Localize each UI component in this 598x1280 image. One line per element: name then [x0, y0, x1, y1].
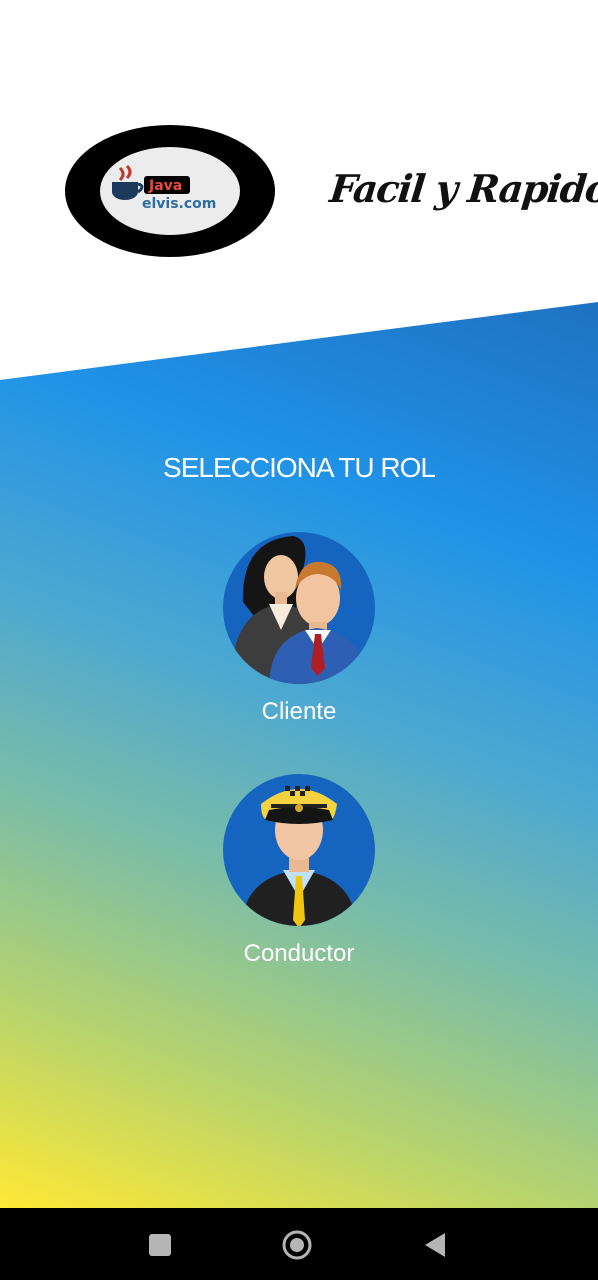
role-option-conductor[interactable]: Conductor [0, 774, 598, 968]
driver-avatar-icon [223, 774, 375, 926]
role-label-conductor: Conductor [243, 940, 355, 967]
role-option-cliente[interactable]: Cliente [0, 532, 598, 726]
triangle-back-icon[interactable] [420, 1230, 450, 1260]
svg-text:Java: Java [148, 178, 182, 194]
page-title: SELECCIONA TU ROL [163, 452, 436, 483]
system-navigation-bar [0, 1208, 598, 1280]
square-icon[interactable] [145, 1230, 175, 1260]
svg-text:elvis.com: elvis.com [142, 196, 216, 212]
client-avatar-icon [223, 532, 375, 684]
circle-icon[interactable] [282, 1230, 312, 1260]
app-slogan: Facil y Rapido [327, 166, 598, 211]
role-label-cliente: Cliente [261, 698, 337, 725]
app-logo: Java elvis.com [65, 125, 275, 257]
